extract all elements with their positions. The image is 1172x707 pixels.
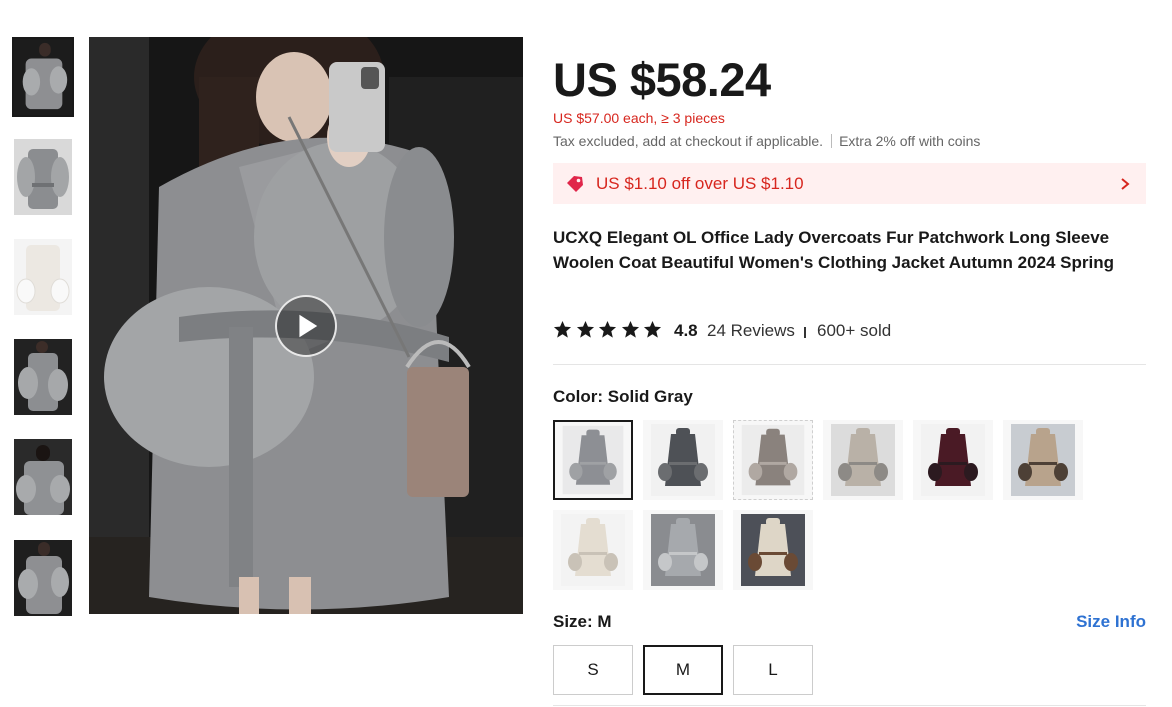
- color-label-text: Color:: [553, 387, 604, 406]
- sold-count: 600+ sold: [817, 321, 892, 340]
- star-icon: [621, 320, 639, 338]
- play-video-button[interactable]: [275, 295, 337, 357]
- chevron-right-icon: [1121, 178, 1130, 190]
- swatch-image: [651, 424, 715, 496]
- swatch-camel[interactable]: [1003, 420, 1083, 500]
- swatch-burgundy[interactable]: [913, 420, 993, 500]
- divider: [553, 364, 1146, 365]
- size-label-text: Size:: [553, 612, 593, 631]
- tax-text: Tax excluded, add at checkout if applica…: [553, 133, 824, 149]
- swatch-light-gray[interactable]: [643, 510, 723, 590]
- star-icon: [576, 320, 594, 338]
- thumbnail-5[interactable]: [14, 439, 72, 515]
- bulk-price: US $57.00 each, ≥ 3 pieces: [553, 110, 725, 126]
- swatch-ivory[interactable]: [553, 510, 633, 590]
- rating-score: 4.8: [674, 321, 698, 340]
- star-icon: [643, 320, 662, 338]
- size-selected: M: [597, 612, 612, 631]
- swatch-cream-brown[interactable]: [733, 510, 813, 590]
- rating-separator: [804, 327, 806, 338]
- rating-row: 4.8 24 Reviews 600+ sold: [553, 320, 1147, 342]
- color-label: Color: Solid Gray: [553, 387, 693, 407]
- size-info-link[interactable]: Size Info: [1076, 612, 1146, 632]
- tag-icon: [567, 176, 583, 192]
- swatch-image: [651, 514, 715, 586]
- product-info: US $58.24 US $57.00 each, ≥ 3 pieces Tax…: [553, 0, 1147, 707]
- star-icon: [553, 320, 572, 338]
- swatch-image: [741, 424, 805, 496]
- reviews-link[interactable]: 24 Reviews: [707, 321, 795, 341]
- swatch-image: [921, 424, 985, 496]
- swatch-taupe[interactable]: [733, 420, 813, 500]
- size-label: Size: M: [553, 612, 612, 632]
- swatch-dark-gray[interactable]: [643, 420, 723, 500]
- thumbnail-3[interactable]: [14, 239, 72, 315]
- size-option-m[interactable]: M: [643, 645, 723, 695]
- star-rating: [553, 320, 666, 340]
- play-icon: [299, 314, 318, 338]
- swatch-solid-gray[interactable]: [553, 420, 633, 500]
- size-option-s[interactable]: S: [553, 645, 633, 695]
- thumbnail-6[interactable]: [14, 540, 72, 616]
- star-icon: [598, 320, 617, 338]
- swatch-image: [562, 425, 624, 495]
- tax-separator: [831, 134, 833, 148]
- color-selected: Solid Gray: [607, 387, 693, 406]
- coupon-text: US $1.10 off over US $1.10: [596, 174, 804, 193]
- main-product-image[interactable]: [89, 37, 523, 614]
- price: US $58.24: [553, 53, 771, 106]
- thumbnail-4[interactable]: [14, 339, 72, 415]
- tax-note: Tax excluded, add at checkout if applica…: [553, 133, 980, 149]
- product-title: UCXQ Elegant OL Office Lady Overcoats Fu…: [553, 228, 1115, 272]
- swatch-image: [561, 514, 625, 586]
- coins-text: Extra 2% off with coins: [839, 133, 981, 149]
- swatch-beige-gray[interactable]: [823, 420, 903, 500]
- swatch-image: [831, 424, 895, 496]
- thumbnail-1[interactable]: [12, 37, 74, 117]
- swatch-image: [1011, 424, 1075, 496]
- size-option-l[interactable]: L: [733, 645, 813, 695]
- thumbnail-2[interactable]: [14, 139, 72, 215]
- swatch-image: [741, 514, 805, 586]
- divider-bottom: [553, 705, 1146, 706]
- coupon-banner[interactable]: US $1.10 off over US $1.10: [553, 163, 1146, 204]
